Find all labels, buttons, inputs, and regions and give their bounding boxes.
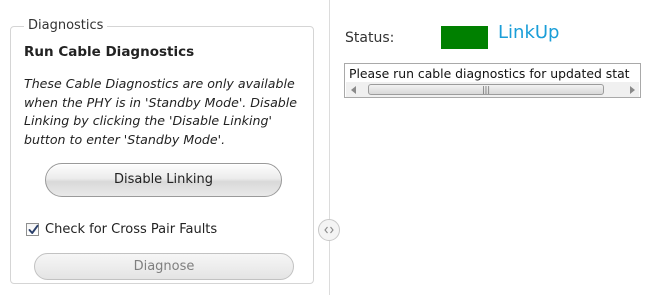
diagnostics-groupbox	[10, 26, 314, 284]
section-title: Run Cable Diagnostics	[24, 44, 195, 60]
splitter-handle[interactable]	[318, 219, 340, 241]
cross-pair-faults-checkbox[interactable]	[26, 222, 39, 236]
diagnostics-message-box: Please run cable diagnostics for updated…	[344, 63, 641, 98]
check-mark-icon	[28, 224, 39, 234]
diagnostics-group-title: Diagnostics	[24, 17, 108, 35]
status-indicator	[441, 26, 488, 49]
scroll-right-button[interactable]	[624, 82, 639, 97]
cable-diagnostics-window: Diagnostics Run Cable Diagnostics These …	[0, 0, 646, 295]
cross-pair-faults-label: Check for Cross Pair Faults	[45, 221, 218, 237]
grip-icon: |||	[481, 84, 491, 94]
scroll-left-button[interactable]	[346, 82, 361, 97]
disable-linking-button[interactable]: Disable Linking	[45, 163, 282, 197]
status-label: Status:	[345, 30, 395, 46]
collapse-arrows-icon	[324, 226, 334, 234]
panel-splitter[interactable]	[329, 0, 330, 295]
horizontal-scrollbar[interactable]: |||	[346, 82, 639, 97]
status-value: LinkUp	[498, 22, 560, 43]
arrow-left-icon	[350, 85, 356, 94]
scrollbar-thumb[interactable]: |||	[368, 84, 604, 95]
diagnostics-message: Please run cable diagnostics for updated…	[349, 66, 630, 81]
cross-pair-faults-option[interactable]: Check for Cross Pair Faults	[26, 220, 217, 238]
diagnostics-description: These Cable Diagnostics are only availab…	[24, 76, 298, 147]
arrow-right-icon	[629, 85, 635, 94]
diagnose-button[interactable]: Diagnose	[34, 253, 294, 280]
